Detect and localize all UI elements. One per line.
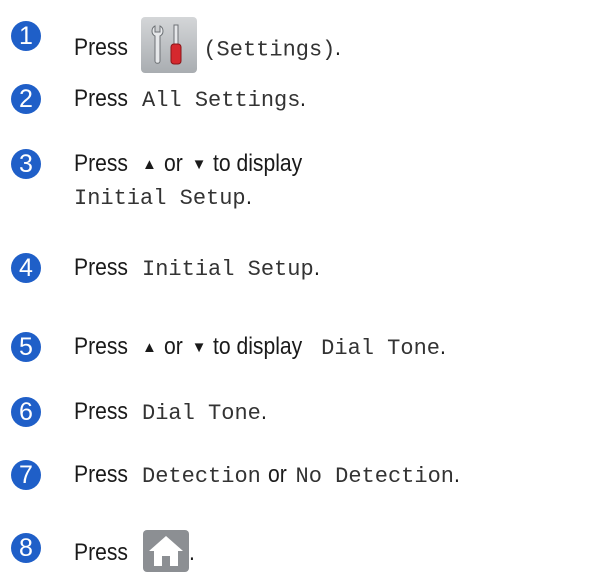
up-arrow-icon[interactable]: ▲ xyxy=(142,339,157,356)
step-number: 7 xyxy=(11,460,41,490)
step-press-label: Press xyxy=(74,461,128,488)
period: . xyxy=(300,85,307,112)
step-number: 2 xyxy=(11,84,41,114)
dial-tone-label: Dial Tone xyxy=(142,401,261,426)
down-arrow-icon[interactable]: ▼ xyxy=(192,339,207,356)
period: . xyxy=(335,34,342,62)
initial-setup-label: Initial Setup xyxy=(142,257,314,282)
step-press-label: Press xyxy=(74,539,128,567)
period: . xyxy=(245,183,252,210)
to-display-label: to display xyxy=(213,333,303,360)
or-label: or xyxy=(267,461,287,488)
step-press-label: Press xyxy=(74,398,128,425)
period: . xyxy=(189,539,196,567)
step-number: 6 xyxy=(11,397,41,427)
step-text: Press Initial Setup. xyxy=(74,253,320,285)
or-label: or xyxy=(163,333,183,360)
step-press-label: Press xyxy=(74,150,128,177)
step-press-label: Press xyxy=(74,333,128,360)
or-label: or xyxy=(163,150,183,177)
home-icon[interactable] xyxy=(143,530,190,572)
step-number: 8 xyxy=(11,533,41,563)
step-number: 5 xyxy=(11,332,41,362)
step-press-label: Press xyxy=(74,34,128,62)
period: . xyxy=(453,461,460,488)
step-text: Press ▲ or ▼ to display xyxy=(74,149,315,180)
step-number: 3 xyxy=(11,149,41,179)
initial-setup-label: Initial Setup xyxy=(74,186,246,211)
down-arrow-icon[interactable]: ▼ xyxy=(192,156,207,173)
step-press-label: Press xyxy=(74,254,128,281)
all-settings-label: All Settings xyxy=(142,88,301,113)
detection-label: Detection xyxy=(142,464,261,489)
step-text: Press . xyxy=(74,530,196,575)
step-number: 4 xyxy=(11,253,41,283)
step-text: Press All Settings. xyxy=(74,84,307,116)
step-text-cont: Initial Setup. xyxy=(74,182,252,214)
dial-tone-label: Dial Tone xyxy=(321,336,440,361)
step-text: Press (Settings). xyxy=(74,17,342,77)
step-text: Press Dial Tone. xyxy=(74,397,268,429)
step-text: Press ▲ or ▼ to display Dial Tone. xyxy=(74,332,447,364)
no-detection-label: No Detection xyxy=(295,464,454,489)
settings-icon[interactable] xyxy=(141,17,198,73)
up-arrow-icon[interactable]: ▲ xyxy=(142,156,157,173)
period: . xyxy=(260,398,267,425)
period: . xyxy=(440,333,446,360)
step-text: Press Detection or No Detection. xyxy=(74,460,461,492)
to-display-label: to display xyxy=(213,150,303,177)
step-press-label: Press xyxy=(74,85,128,112)
step-number: 1 xyxy=(11,21,41,51)
period: . xyxy=(313,254,320,281)
settings-label: (Settings) xyxy=(203,37,336,63)
